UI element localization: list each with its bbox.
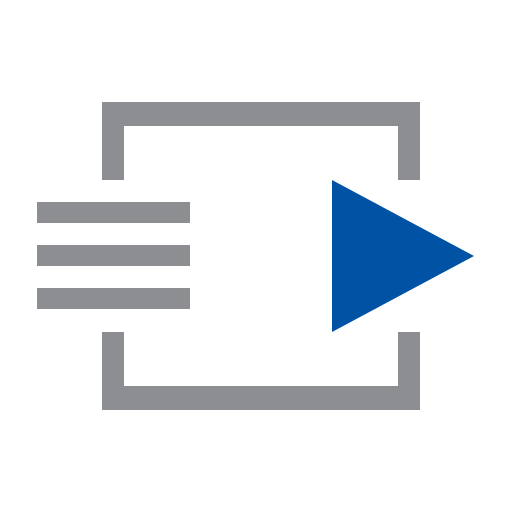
list-line-3 xyxy=(37,288,190,309)
list-line-2 xyxy=(37,245,190,266)
play-triangle-icon xyxy=(332,180,474,332)
frame-bottom-bracket xyxy=(102,332,420,410)
frame-top-bracket xyxy=(102,102,420,180)
icon-canvas xyxy=(0,0,512,512)
play-list-icon xyxy=(37,102,474,410)
list-line-1 xyxy=(37,202,190,223)
